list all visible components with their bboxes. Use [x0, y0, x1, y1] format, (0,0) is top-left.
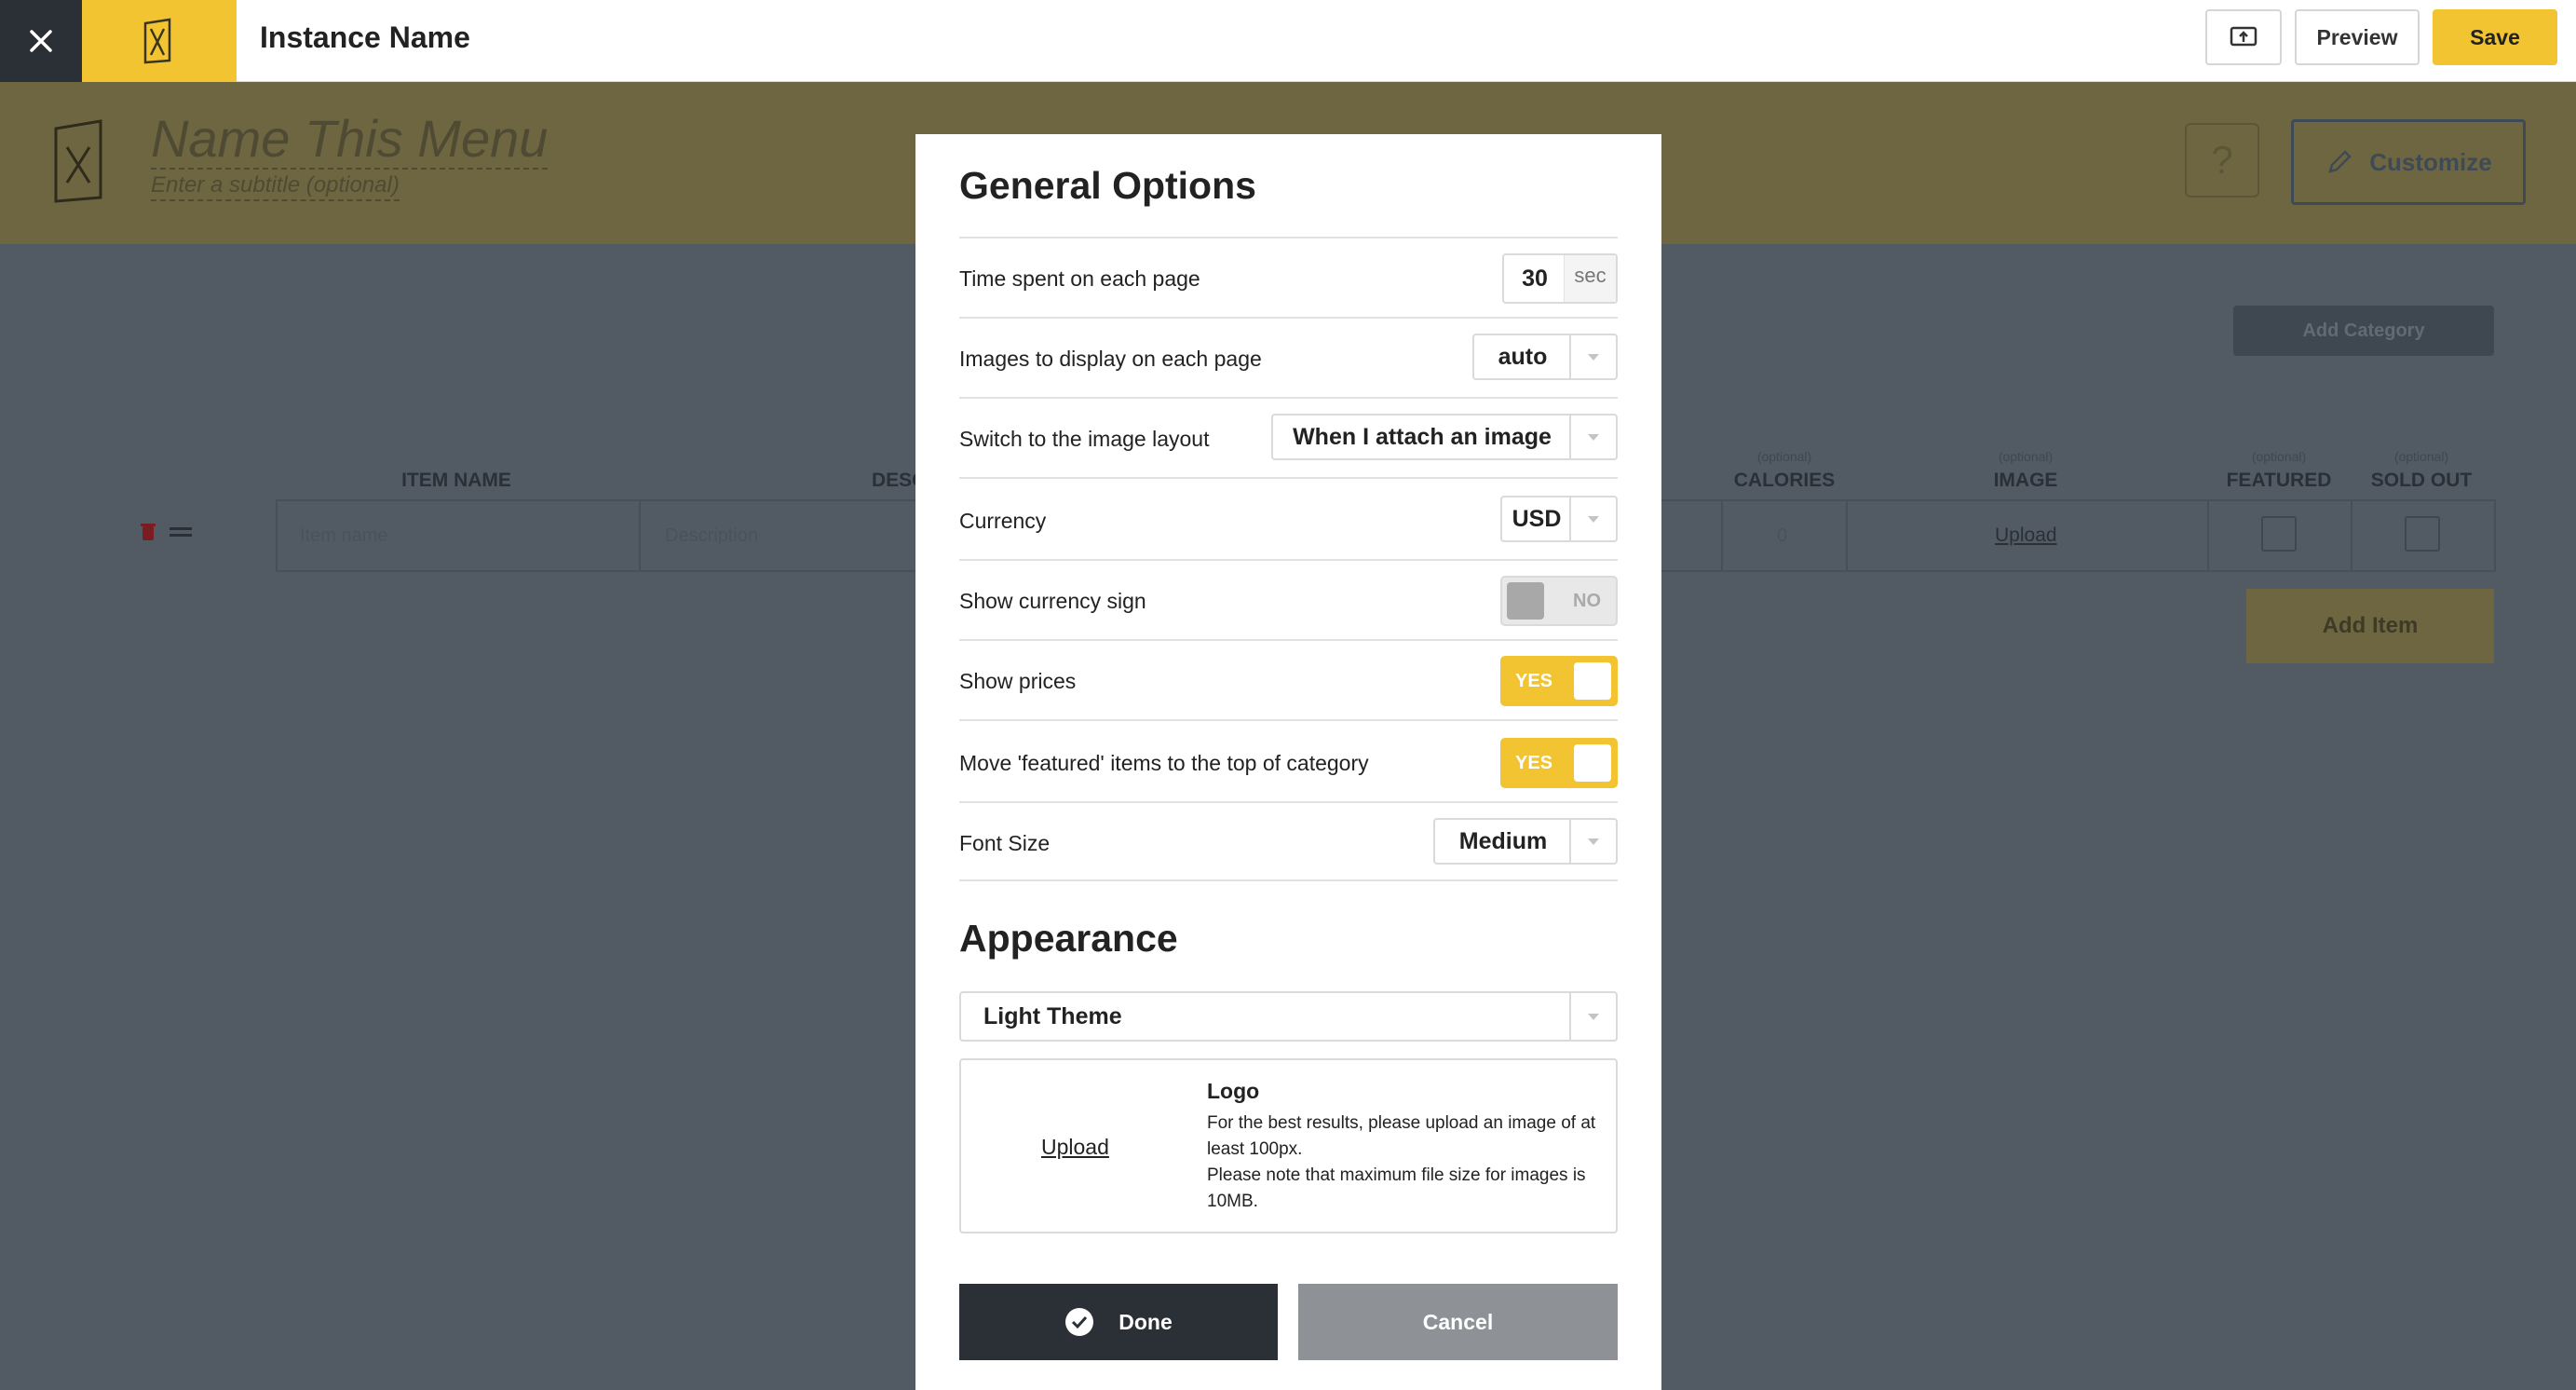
- option-label: Move 'featured' items to the top of cate…: [959, 751, 1369, 775]
- select-value: Medium: [1458, 827, 1548, 854]
- done-button[interactable]: Done: [959, 1284, 1278, 1360]
- done-label: Done: [1119, 1309, 1173, 1334]
- col-featured-optional: (optional): [2251, 449, 2307, 464]
- item-name-input[interactable]: Item name: [300, 525, 387, 547]
- option-label: Show currency sign: [959, 589, 1146, 613]
- time-per-page-value[interactable]: 30: [1504, 255, 1566, 302]
- col-sold-out-optional: (optional): [2393, 449, 2449, 464]
- close-icon: [30, 30, 52, 52]
- help-button[interactable]: ?: [2185, 123, 2259, 198]
- top-bar: Instance Name Preview Save: [0, 0, 2576, 82]
- option-label: Show prices: [959, 669, 1077, 693]
- show-prices-toggle[interactable]: YES: [1500, 656, 1618, 706]
- select-value: USD: [1512, 505, 1562, 532]
- col-item-name: ITEM NAME: [401, 470, 511, 491]
- option-label: Font Size: [959, 831, 1051, 855]
- option-font-size: Font Size Medium: [959, 801, 1618, 881]
- pencil-icon: [2328, 150, 2352, 173]
- close-button[interactable]: [0, 0, 82, 82]
- time-per-page-input[interactable]: 30 sec: [1502, 253, 1618, 304]
- toggle-knob: [1574, 662, 1611, 700]
- option-show-currency-sign: Show currency sign NO: [959, 559, 1618, 639]
- general-options-title: General Options: [959, 164, 1256, 207]
- col-image: IMAGE: [1993, 470, 2058, 491]
- option-label: Images to display on each page: [959, 347, 1262, 371]
- app-logo: [82, 0, 237, 82]
- option-label: Currency: [959, 509, 1047, 533]
- general-options-modal: General Options Time spent on each page …: [915, 134, 1661, 1390]
- theme-select[interactable]: Light Theme: [959, 991, 1618, 1042]
- select-value: auto: [1498, 343, 1548, 370]
- font-size-select[interactable]: Medium: [1433, 818, 1618, 865]
- col-image-optional: (optional): [1998, 449, 2054, 464]
- option-move-featured: Move 'featured' items to the top of cate…: [959, 719, 1618, 801]
- save-button[interactable]: Save: [2433, 9, 2557, 65]
- chevron-down-icon: [1569, 416, 1616, 458]
- add-item-button[interactable]: Add Item: [2246, 589, 2494, 663]
- cell-divider: [2207, 499, 2209, 572]
- row-controls: [140, 522, 192, 542]
- logo-upload-link[interactable]: Upload: [1041, 1135, 1109, 1160]
- option-show-prices: Show prices YES: [959, 639, 1618, 719]
- featured-checkbox[interactable]: [2261, 516, 2297, 552]
- image-upload-link[interactable]: Upload: [1995, 525, 2057, 547]
- drag-handle-icon[interactable]: [169, 525, 192, 539]
- chevron-down-icon: [1569, 335, 1616, 378]
- currency-select[interactable]: USD: [1500, 496, 1618, 542]
- logo-upload-box: Upload Logo For the best results, please…: [959, 1058, 1618, 1233]
- chevron-down-icon: [1569, 820, 1616, 863]
- description-input[interactable]: Description: [665, 525, 758, 547]
- cancel-button[interactable]: Cancel: [1298, 1284, 1618, 1360]
- option-image-layout: Switch to the image layout When I attach…: [959, 397, 1618, 477]
- menu-icon: [52, 119, 108, 208]
- share-screen-button[interactable]: [2205, 9, 2282, 65]
- customize-label: Customize: [2369, 147, 2492, 176]
- cell-divider: [1846, 499, 1848, 572]
- customize-button[interactable]: Customize: [2291, 119, 2526, 205]
- logo-help-line: For the best results, please upload an i…: [1207, 1113, 1596, 1159]
- col-sold-out: SOLD OUT: [2370, 470, 2473, 491]
- option-time-per-page: Time spent on each page 30 sec: [959, 237, 1618, 317]
- instance-name[interactable]: Instance Name: [260, 19, 470, 56]
- logo-title: Logo: [1207, 1079, 1260, 1103]
- toggle-knob: [1574, 744, 1611, 782]
- calories-input[interactable]: 0: [1777, 525, 1787, 547]
- col-calories-optional: (optional): [1756, 449, 1812, 464]
- cell-divider: [2351, 499, 2352, 572]
- logo-help-line: Please note that maximum file size for i…: [1207, 1165, 1586, 1211]
- menu-title-input[interactable]: Name This Menu: [151, 110, 549, 170]
- screen-share-icon: [2230, 26, 2257, 47]
- time-unit: sec: [1564, 255, 1616, 302]
- preview-button[interactable]: Preview: [2295, 9, 2420, 65]
- col-featured: FEATURED: [2226, 470, 2332, 491]
- col-description: DESC: [872, 470, 927, 491]
- option-label: Time spent on each page: [959, 266, 1200, 291]
- delete-icon[interactable]: [140, 522, 156, 542]
- sold-out-checkbox[interactable]: [2405, 516, 2440, 552]
- cell-divider: [1721, 499, 1723, 572]
- chevron-down-icon: [1569, 497, 1616, 540]
- toggle-state: YES: [1515, 670, 1553, 691]
- images-per-page-select[interactable]: auto: [1472, 334, 1618, 380]
- cell-divider: [639, 499, 641, 572]
- select-value: Light Theme: [983, 1002, 1122, 1029]
- toggle-state: YES: [1515, 752, 1553, 773]
- select-value: When I attach an image: [1293, 423, 1552, 450]
- add-category-button[interactable]: Add Category: [2233, 306, 2494, 356]
- option-images-per-page: Images to display on each page auto: [959, 317, 1618, 397]
- menu-fork-knife-icon: [143, 18, 171, 64]
- appearance-title: Appearance: [959, 917, 1178, 960]
- image-layout-select[interactable]: When I attach an image: [1271, 414, 1618, 460]
- check-circle-icon: [1065, 1308, 1094, 1336]
- option-label: Switch to the image layout: [959, 427, 1210, 451]
- toggle-knob: [1507, 582, 1544, 620]
- currency-sign-toggle[interactable]: NO: [1500, 576, 1618, 626]
- col-calories: CALORIES: [1733, 470, 1836, 491]
- chevron-down-icon: [1569, 993, 1616, 1040]
- toggle-state: NO: [1573, 590, 1601, 611]
- move-featured-toggle[interactable]: YES: [1500, 738, 1618, 788]
- option-currency: Currency USD: [959, 477, 1618, 559]
- logo-help-text: For the best results, please upload an i…: [1207, 1111, 1598, 1215]
- menu-subtitle-input[interactable]: Enter a subtitle (optional): [151, 171, 400, 201]
